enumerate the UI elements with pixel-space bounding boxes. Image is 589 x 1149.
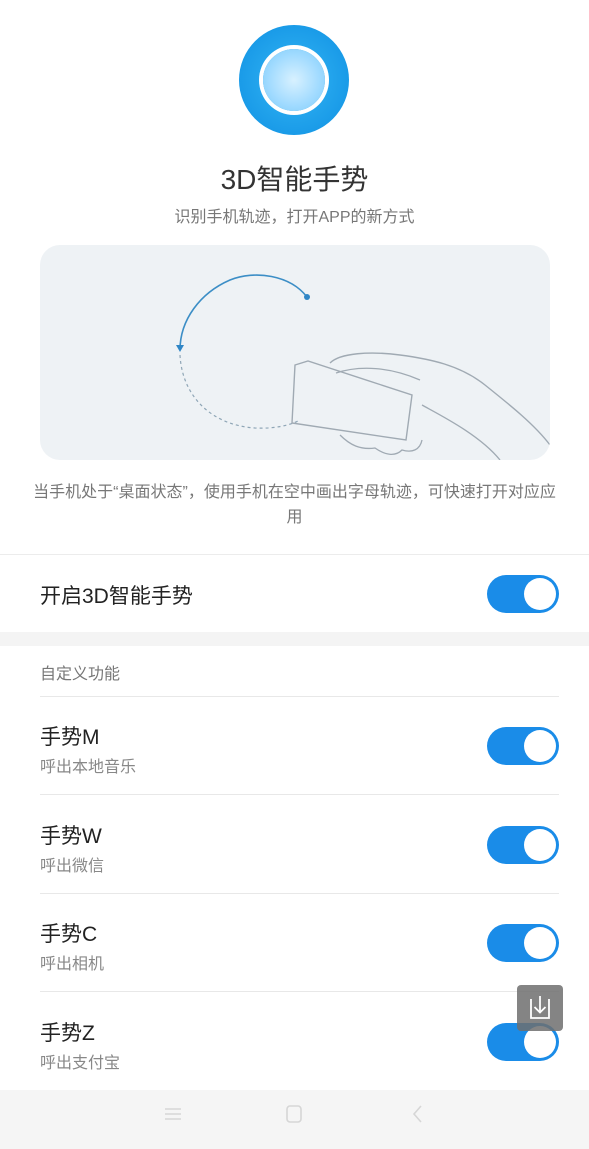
main-toggle-label: 开启3D智能手势 [40,585,193,608]
download-screenshot-icon [530,996,550,1019]
hero-icon-inner [263,49,325,111]
toggle-knob [524,578,556,610]
gesture-name: 手势C [40,923,98,946]
back-icon[interactable] [408,1103,428,1125]
section-gap [0,632,589,646]
system-nav-bar [0,1090,589,1149]
gesture-action: 呼出本地音乐 [40,759,137,776]
gesture-action: 呼出微信 [40,858,105,875]
gesture-illustration [40,245,550,460]
row-separator [40,991,559,992]
page-title: 3D智能手势 [220,164,369,195]
page-subtitle: 识别手机轨迹，打开APP的新方式 [174,209,415,226]
hand-drawing-circle-illustration [176,274,550,460]
gesture-row-w[interactable]: 手势W 呼出微信 [0,796,589,894]
menu-icon[interactable] [162,1104,184,1124]
gesture-row-m[interactable]: 手势M 呼出本地音乐 [0,697,589,795]
floating-screenshot-button[interactable] [517,985,563,1031]
row-separator [40,794,559,795]
toggle-knob [524,829,556,861]
gesture-name: 手势M [40,726,100,749]
gesture-row-z[interactable]: 手势Z 呼出支付宝 [0,993,589,1091]
gesture-toggle-m[interactable] [487,727,559,765]
feature-description: 当手机处于“桌面状态”，使用手机在空中画出字母轨迹，可快速打开对应应用 [33,484,556,526]
gesture-name: 手势Z [40,1022,95,1045]
hero-icon [239,25,349,135]
gesture-action: 呼出支付宝 [40,1055,121,1072]
gesture-toggle-c[interactable] [487,924,559,962]
custom-section-header: 自定义功能 [40,666,121,683]
gesture-row-c[interactable]: 手势C 呼出相机 [0,894,589,992]
toggle-knob [524,927,556,959]
main-toggle-switch[interactable] [487,575,559,613]
toggle-knob [524,730,556,762]
divider [0,554,589,555]
gesture-toggle-w[interactable] [487,826,559,864]
main-toggle-row[interactable]: 开启3D智能手势 [0,556,589,632]
home-icon[interactable] [283,1103,305,1125]
gesture-action: 呼出相机 [40,956,105,973]
gesture-name: 手势W [40,825,102,848]
